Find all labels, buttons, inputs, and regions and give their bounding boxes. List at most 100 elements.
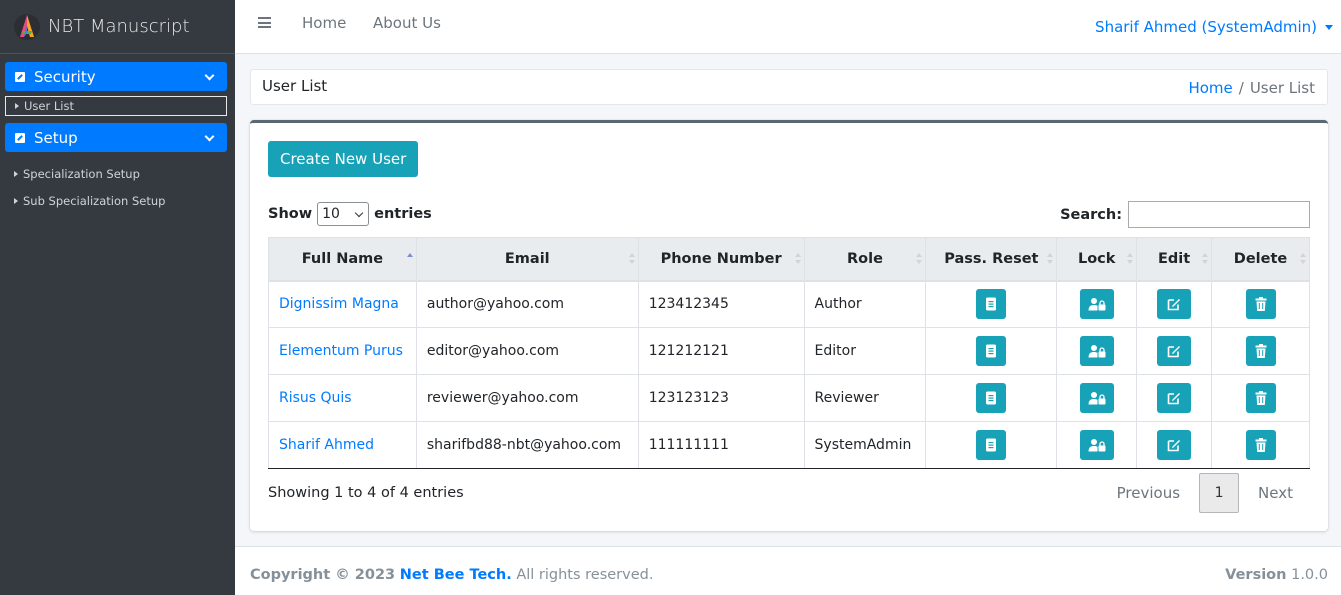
user-phone: 123123123 <box>637 374 805 422</box>
version-label: Version <box>1225 567 1287 583</box>
lock-button[interactable] <box>1079 430 1114 460</box>
entries-select[interactable]: 10 <box>317 202 370 226</box>
copyright: Copyright © 2023 Net Bee Tech. All right… <box>250 567 653 583</box>
delete-button[interactable] <box>1245 383 1276 413</box>
caret-down-icon <box>1325 24 1333 30</box>
column-header-email[interactable]: Email <box>415 237 639 282</box>
breadcrumb-current: User List <box>1249 79 1315 97</box>
user-dropdown[interactable]: Sharif Ahmed (SystemAdmin) <box>1095 18 1333 36</box>
pagination-previous[interactable]: Previous <box>1100 484 1197 502</box>
caret-right-icon <box>14 171 18 177</box>
table-header-row: Full Name Email Phone Number Role Pass. … <box>268 237 1310 282</box>
column-header-phone-number[interactable]: Phone Number <box>637 237 805 282</box>
sidebar-item-user-list[interactable]: User List <box>5 96 227 116</box>
chevron-down-icon <box>204 70 215 80</box>
pass-reset-button[interactable] <box>976 430 1007 460</box>
brand-logo-icon <box>14 13 40 40</box>
sidebar-item-label: Specialization Setup <box>23 167 140 181</box>
top-navbar: Home About Us Sharif Ahmed (SystemAdmin) <box>235 0 1341 54</box>
user-name-link[interactable]: Elementum Purus <box>268 327 417 375</box>
pagination-page-current[interactable]: 1 <box>1199 473 1240 513</box>
nav-link-about-us[interactable]: About Us <box>373 14 441 32</box>
lock-cell <box>1056 374 1138 422</box>
pagination: Previous 1 Next <box>1100 473 1310 513</box>
sidebar-group-label: Setup <box>34 128 78 147</box>
user-name: Sharif Ahmed (SystemAdmin) <box>1095 18 1317 36</box>
column-header-pass-reset[interactable]: Pass. Reset <box>925 237 1058 282</box>
sidebar-nav: Security User List Setup Specialization … <box>0 54 235 211</box>
edit-cell <box>1136 327 1213 375</box>
hamburger-menu-icon[interactable] <box>258 17 271 28</box>
chevron-down-icon <box>204 131 215 141</box>
edit-square-icon <box>15 71 25 82</box>
lock-button[interactable] <box>1079 289 1114 320</box>
user-role: Reviewer <box>803 374 927 422</box>
sidebar-item-specialization-setup[interactable]: Specialization Setup <box>5 164 227 184</box>
user-name-link[interactable]: Dignissim Magna <box>268 280 417 328</box>
column-header-label: Phone Number <box>660 250 782 267</box>
caret-right-icon <box>15 103 19 109</box>
lock-button[interactable] <box>1079 336 1114 366</box>
edit-cell <box>1136 280 1213 328</box>
column-header-label: Lock <box>1077 250 1116 267</box>
create-new-user-button[interactable]: Create New User <box>268 141 419 177</box>
edit-button[interactable] <box>1157 289 1192 320</box>
footer: Copyright © 2023 Net Bee Tech. All right… <box>235 546 1341 595</box>
edit-button[interactable] <box>1157 383 1192 413</box>
delete-button[interactable] <box>1245 430 1276 460</box>
nav-link-home[interactable]: Home <box>302 14 346 32</box>
pass-reset-button[interactable] <box>976 289 1007 320</box>
column-header-role[interactable]: Role <box>803 237 927 282</box>
brand[interactable]: NBT Manuscript <box>0 0 235 54</box>
user-email: sharifbd88-nbt@yahoo.com <box>415 421 639 469</box>
content-header: User List Home / User List <box>250 69 1328 105</box>
lock-button[interactable] <box>1079 383 1114 413</box>
column-header-label: Edit <box>1158 250 1191 267</box>
column-header-label: Email <box>504 250 550 267</box>
caret-right-icon <box>14 198 18 204</box>
lock-cell <box>1056 280 1138 328</box>
sidebar-item-sub-specialization-setup[interactable]: Sub Specialization Setup <box>5 191 227 211</box>
page-title: User List <box>262 77 328 95</box>
column-header-full-name[interactable]: Full Name <box>268 237 417 282</box>
user-email: reviewer@yahoo.com <box>415 374 639 422</box>
edit-button[interactable] <box>1157 336 1192 366</box>
pagination-next[interactable]: Next <box>1241 484 1310 502</box>
company-link[interactable]: Net Bee Tech. <box>400 567 512 583</box>
user-name-link[interactable]: Sharif Ahmed <box>268 421 417 469</box>
table-row: Dignissim Magna author@yahoo.com 123412345… <box>268 280 1310 328</box>
table-info: Showing 1 to 4 of 4 entries <box>268 485 464 501</box>
delete-button[interactable] <box>1245 336 1276 366</box>
breadcrumb-home-link[interactable]: Home <box>1188 79 1232 97</box>
table-row: Risus Quis reviewer@yahoo.com 123123123 Rev… <box>268 374 1310 422</box>
pass-reset-cell <box>925 421 1058 469</box>
user-role: SystemAdmin <box>803 421 927 469</box>
user-name-link[interactable]: Risus Quis <box>268 374 417 422</box>
edit-button[interactable] <box>1157 430 1192 460</box>
chevron-down-icon <box>354 208 364 218</box>
column-header-delete[interactable]: Delete <box>1211 237 1310 282</box>
user-phone: 123412345 <box>637 280 805 328</box>
sidebar-group-security[interactable]: Security <box>5 62 227 91</box>
entries-label: entries <box>374 206 432 222</box>
lock-cell <box>1056 327 1138 375</box>
brand-name: NBT Manuscript <box>48 16 190 37</box>
search-input[interactable] <box>1128 201 1310 228</box>
column-header-edit[interactable]: Edit <box>1136 237 1213 282</box>
version: Version 1.0.0 <box>1225 567 1328 583</box>
delete-cell <box>1211 280 1310 328</box>
user-table: Full Name Email Phone Number Role Pass. … <box>268 237 1310 469</box>
column-header-label: Full Name <box>301 250 384 267</box>
pass-reset-button[interactable] <box>976 383 1007 413</box>
column-header-label: Pass. Reset <box>944 250 1039 267</box>
sidebar-group-setup[interactable]: Setup <box>5 123 227 152</box>
table-row: Elementum Purus editor@yahoo.com 121212121… <box>268 327 1310 375</box>
column-header-lock[interactable]: Lock <box>1056 237 1138 282</box>
delete-button[interactable] <box>1245 289 1276 320</box>
user-phone: 111111111 <box>637 421 805 469</box>
delete-cell <box>1211 421 1310 469</box>
delete-cell <box>1211 374 1310 422</box>
user-list-card: Create New User Show 10 entries Search: … <box>250 120 1328 531</box>
pass-reset-cell <box>925 374 1058 422</box>
pass-reset-button[interactable] <box>976 336 1007 366</box>
